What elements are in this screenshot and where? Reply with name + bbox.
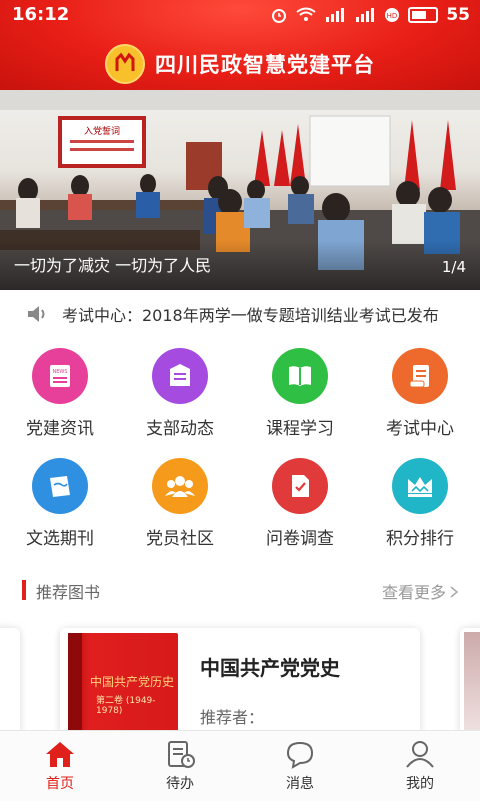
- book-card[interactable]: 中国共产党历史 第二卷 (1949-1978) 中国共产党党史 推荐者：: [60, 628, 420, 730]
- brand: 四川民政智慧党建平台: [0, 44, 480, 84]
- book-icon: [272, 348, 328, 404]
- book-spine: [68, 633, 82, 730]
- survey-icon: [272, 458, 328, 514]
- alarm-icon: [272, 9, 287, 23]
- grid-item-news[interactable]: NEWS 党建资讯: [0, 338, 120, 448]
- tab-todo[interactable]: 待办: [120, 731, 240, 801]
- grid-item-course[interactable]: 课程学习: [240, 338, 360, 448]
- grid-item-journal[interactable]: 文选期刊: [0, 448, 120, 558]
- book-title: 中国共产党党史: [200, 656, 340, 680]
- signal-icon: [326, 8, 345, 22]
- status-time: 16:12: [12, 4, 70, 25]
- status-bar: 16:12 HD 55: [0, 0, 480, 30]
- hd-icon: HD: [385, 8, 400, 22]
- message-icon: [152, 348, 208, 404]
- tab-profile[interactable]: 我的: [360, 731, 480, 801]
- tab-label: 待办: [166, 776, 194, 792]
- tab-messages[interactable]: 消息: [240, 731, 360, 801]
- grid-label: 党建资讯: [26, 419, 94, 439]
- signal-icon-2: [356, 8, 375, 22]
- tab-label: 首页: [46, 776, 74, 792]
- grid-label: 课程学习: [266, 419, 334, 439]
- chevron-right-icon: [450, 586, 459, 598]
- book-cover: 中国共产党历史 第二卷 (1949-1978): [68, 633, 178, 730]
- bottom-tab-bar: 首页 待办 消息 我的: [0, 730, 480, 801]
- wifi-icon: [296, 7, 316, 21]
- book-card-next[interactable]: [460, 628, 480, 730]
- banner-caption: 一切为了减灾 一切为了人民: [14, 256, 212, 275]
- grid-item-community[interactable]: 党员社区: [120, 448, 240, 558]
- poster-text: 入党誓词: [84, 125, 120, 137]
- banner-carousel[interactable]: 入党誓词 一切为了减灾 一切为了人民 1/4: [0, 90, 480, 290]
- grid-item-branch[interactable]: 支部动态: [120, 338, 240, 448]
- book-carousel[interactable]: 中国共产党历史 第二卷 (1949-1978) 中国共产党党史 推荐者：: [0, 620, 480, 730]
- cover-subtitle: 第二卷 (1949-1978): [96, 696, 156, 716]
- tab-label: 我的: [406, 776, 434, 792]
- svg-text:HD: HD: [387, 12, 398, 20]
- tab-home[interactable]: 首页: [0, 731, 120, 801]
- grid-label: 党员社区: [146, 529, 214, 549]
- grid-label: 文选期刊: [26, 529, 94, 549]
- home-icon: [46, 742, 74, 767]
- book-cover-thumb: [464, 632, 480, 730]
- book-recommender-label: 推荐者：: [200, 708, 265, 727]
- status-icons: HD 55: [270, 5, 470, 25]
- speaker-icon: [28, 306, 45, 322]
- notice-text: 考试中心：2018年两学一做专题培训结业考试已发布: [62, 306, 439, 325]
- grid-label: 问卷调查: [266, 529, 334, 549]
- journal-icon: [32, 458, 88, 514]
- recommended-books-header: 推荐图书 查看更多: [0, 560, 480, 620]
- notice-ticker[interactable]: 考试中心：2018年两学一做专题培训结业考试已发布: [0, 290, 480, 338]
- app-title: 四川民政智慧党建平台: [155, 53, 375, 77]
- chat-bubble-icon: [286, 741, 314, 769]
- cover-title: 中国共产党历史: [90, 675, 175, 689]
- section-title: 推荐图书: [36, 583, 101, 602]
- community-icon: [152, 458, 208, 514]
- crown-icon: [392, 458, 448, 514]
- user-icon: [406, 741, 434, 768]
- grid-item-survey[interactable]: 问卷调查: [240, 448, 360, 558]
- book-card-prev[interactable]: [0, 628, 20, 730]
- news-icon: NEWS: [32, 348, 88, 404]
- grid-label: 支部动态: [146, 419, 214, 439]
- view-more-label: 查看更多: [381, 583, 446, 602]
- battery-level: 55: [446, 5, 470, 25]
- exam-icon: [392, 348, 448, 404]
- grid-label: 考试中心: [386, 419, 454, 439]
- grid-item-exam[interactable]: 考试中心: [360, 338, 480, 448]
- battery-icon: [408, 7, 439, 23]
- view-more-link[interactable]: 查看更多: [382, 579, 460, 603]
- grid-item-ranking[interactable]: 积分排行: [360, 448, 480, 558]
- section-accent-bar: [22, 580, 26, 600]
- feature-grid: NEWS 党建资讯 支部动态 课程学习 考试中心 文选期刊 党员社区 问卷调查 …: [0, 338, 480, 560]
- todo-icon: [168, 741, 195, 768]
- party-logo-icon: [105, 44, 145, 84]
- banner-pager: 1/4: [441, 258, 466, 276]
- tab-label: 消息: [286, 776, 314, 792]
- grid-label: 积分排行: [386, 529, 454, 549]
- svg-text:NEWS: NEWS: [52, 369, 67, 375]
- app-header: 16:12 HD 55 四川民政智慧党建平台: [0, 0, 480, 90]
